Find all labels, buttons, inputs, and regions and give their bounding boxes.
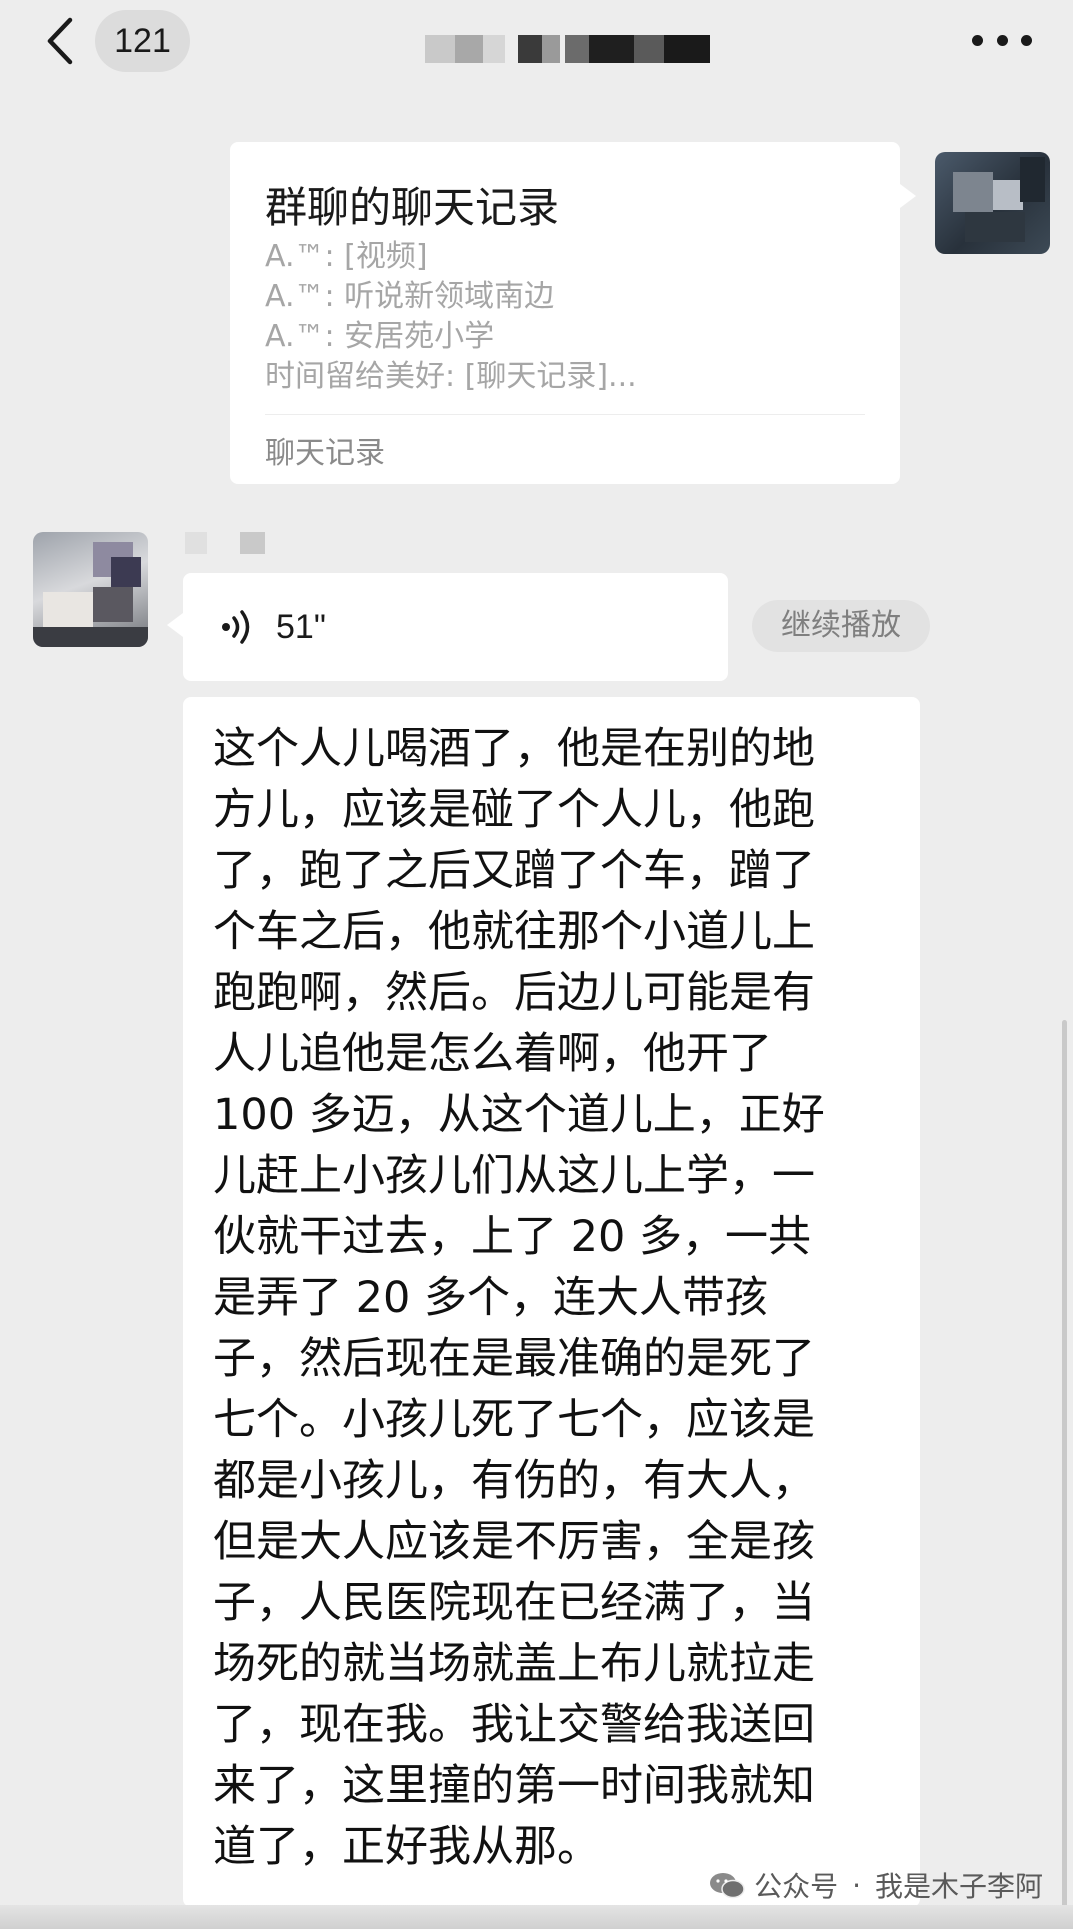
transcript-line: 但是大人应该是不厉害，全是孩: [213, 1517, 815, 1567]
transcript-line: 是弄了 20 多个，连大人带孩: [213, 1273, 769, 1323]
transcript-line: 了，跑了之后又蹭了个车，蹭了: [213, 846, 815, 896]
transcript-line: 都是小孩儿，有伤的，有大人，: [213, 1456, 815, 1506]
sender-name-blurred: [185, 532, 265, 560]
voice-wave-icon: [222, 610, 250, 644]
chat-record-preview: A.™: [视频] A.™: 听说新领域南边 A.™: 安居苑小学 时间留给美好…: [265, 237, 637, 397]
transcript-line: 人儿追他是怎么着啊，他开了: [213, 1029, 772, 1079]
watermark-prefix: 公众号: [754, 1870, 839, 1903]
transcript-line: 儿赶上小孩儿们从这儿上学，一: [213, 1151, 815, 1201]
transcript-line: 个车之后，他就往那个小道儿上: [213, 907, 815, 957]
chat-record-line: 时间留给美好: [聊天记录]...: [265, 359, 637, 394]
watermark: 公众号 · 我是木子李阿: [708, 1865, 1043, 1905]
transcript-line: 伙就干过去，上了 20 多，一共: [213, 1212, 812, 1262]
chat-record-title: 群聊的聊天记录: [265, 183, 560, 232]
transcript-line: 这个人儿喝酒了，他是在别的地: [213, 724, 815, 774]
chat-record-card[interactable]: 群聊的聊天记录 A.™: [视频] A.™: 听说新领域南边 A.™: 安居苑小…: [230, 142, 916, 484]
more-dot: [1021, 34, 1032, 46]
avatar-self[interactable]: [935, 152, 1050, 254]
avatar-image: [953, 157, 1045, 242]
chat-record-footer: 聊天记录: [265, 436, 385, 471]
voice-message-bubble[interactable]: 51": [167, 573, 728, 681]
back-button[interactable]: [40, 16, 80, 66]
avatar-other-user[interactable]: [33, 532, 148, 647]
transcript-line: 100 多迈，从这个道儿上，正好: [213, 1090, 825, 1140]
transcript-line: 方儿，应该是碰了个人儿，他跑: [213, 785, 815, 835]
more-dot: [996, 34, 1008, 46]
voice-duration: 51": [276, 608, 326, 646]
chat-record-line: A.™: 安居苑小学: [265, 319, 495, 354]
unread-count-badge[interactable]: 121: [95, 10, 190, 72]
transcript-line: 跑跑啊，然后。后边儿可能是有: [213, 968, 815, 1018]
more-dots-icon: [972, 34, 983, 46]
more-button[interactable]: [972, 18, 1032, 62]
wechat-official-icon: [710, 1873, 745, 1899]
transcript-line: 子，然后现在是最准确的是死了: [213, 1334, 815, 1384]
voice-transcript-text: 这个人儿喝酒了，他是在别的地 方儿，应该是碰了个人儿，他跑 了，跑了之后又蹭了个…: [213, 719, 903, 1878]
voice-transcript-bubble[interactable]: 这个人儿喝酒了，他是在别的地 方儿，应该是碰了个人儿，他跑 了，跑了之后又蹭了个…: [183, 697, 920, 1907]
chat-record-line: A.™: 听说新领域南边: [265, 279, 555, 314]
transcript-line: 来了，这里撞的第一时间我就知: [213, 1761, 815, 1811]
scrollbar[interactable]: [1062, 1020, 1067, 1910]
transcript-line: 子，人民医院现在已经满了，当: [213, 1578, 815, 1628]
transcript-line: 七个。小孩儿死了七个，应该是: [213, 1395, 815, 1445]
watermark-separator: ·: [852, 1868, 861, 1902]
continue-playing-button[interactable]: 继续播放: [752, 600, 930, 652]
bottom-edge: [0, 1905, 1073, 1929]
chat-title-blurred: [425, 35, 710, 63]
top-bar: 121: [0, 0, 1073, 100]
back-arrow-icon: [47, 17, 73, 65]
avatar-image: [33, 542, 148, 647]
transcript-line: 场死的就当场就盖上布儿就拉走: [213, 1639, 815, 1689]
transcript-line: 了，现在我。我让交警给我送回: [213, 1700, 815, 1750]
divider: [265, 414, 865, 415]
watermark-name: 我是木子李阿: [874, 1870, 1043, 1903]
chat-record-line: A.™: [视频]: [265, 239, 428, 274]
